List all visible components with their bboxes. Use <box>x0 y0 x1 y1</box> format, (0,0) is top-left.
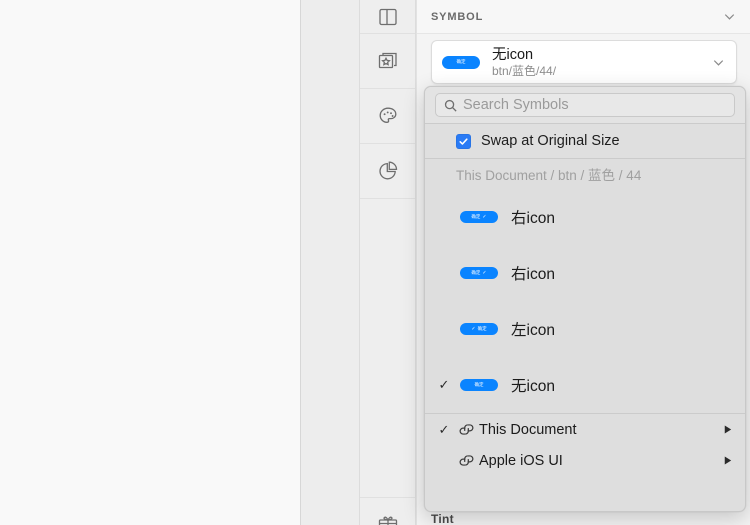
list-item-label: 左icon <box>511 318 555 340</box>
tab-layout[interactable] <box>360 0 415 34</box>
swap-at-original-size-option[interactable]: Swap at Original Size <box>425 124 745 158</box>
list-item-label: 无icon <box>511 374 555 396</box>
triangle-right-icon[interactable] <box>722 455 733 466</box>
symbol-picker-popover: Search Symbols Swap at Original Size Thi… <box>424 86 746 512</box>
menu-item-this-document[interactable]: ✓ This Document <box>425 414 745 445</box>
tint-section-title: Tint <box>431 512 454 525</box>
swap-checkbox[interactable] <box>456 134 471 149</box>
pill-label: 确定 <box>471 215 480 220</box>
symbol-select-name: 无icon <box>492 46 556 64</box>
selected-check-icon: ✓ <box>435 422 453 438</box>
plugin-gift-icon <box>376 511 400 525</box>
search-icon <box>443 98 458 113</box>
library-sources-menu: ✓ This Document <box>425 414 745 476</box>
symbol-list: 确定 ✓ 右icon 确定 ✓ 右icon <box>425 189 745 413</box>
symbol-thumbnail: ✓ 确定 <box>453 323 505 335</box>
symbol-thumbnail: 确定 ✓ <box>453 211 505 223</box>
menu-item-label: Apple iOS UI <box>479 453 563 469</box>
palette-icon <box>376 104 400 128</box>
symbol-preview-thumbnail: 确定 <box>442 56 480 69</box>
menu-item-label: This Document <box>479 422 577 438</box>
tab-symbols[interactable] <box>360 34 415 89</box>
list-item[interactable]: ✓ 确定 左icon <box>425 301 745 357</box>
app-window: SYMBOL 确定 无icon btn/蓝色/44/ Tint <box>0 0 750 525</box>
triangle-right-icon[interactable] <box>722 424 733 435</box>
breadcrumb: This Document / btn / 蓝色 / 44 <box>425 159 745 189</box>
pill-label: 确定 <box>478 327 487 332</box>
pie-chart-icon <box>376 159 400 183</box>
swap-label: Swap at Original Size <box>481 133 620 149</box>
symbol-star-icon <box>376 49 400 73</box>
pill-label: 确定 <box>471 271 480 276</box>
symbol-select-text: 无icon btn/蓝色/44/ <box>492 46 556 79</box>
menu-item-apple-ios-ui[interactable]: Apple iOS UI <box>425 445 745 476</box>
tool-tabstrip <box>360 0 416 525</box>
popover-search-area: Search Symbols <box>425 87 745 123</box>
list-item-label: 右icon <box>511 206 555 228</box>
symbol-thumbnail: 确定 ✓ <box>453 267 505 279</box>
pill-check-icon: ✓ <box>482 215 486 220</box>
tab-plugins[interactable] <box>360 497 415 525</box>
chevron-down-icon[interactable] <box>711 55 726 70</box>
symbol-preview-pill-label: 确定 <box>457 60 466 65</box>
tab-colors[interactable] <box>360 89 415 144</box>
pill-check-icon: ✓ <box>482 271 486 276</box>
library-symbol-icon <box>453 451 479 470</box>
symbol-thumbnail: 确定 <box>453 379 505 391</box>
list-item-label: 右icon <box>511 262 555 284</box>
list-item[interactable]: 确定 ✓ 右icon <box>425 189 745 245</box>
symbol-select-path: btn/蓝色/44/ <box>492 64 556 79</box>
page-title: SYMBOL <box>431 11 483 23</box>
symbol-select-control[interactable]: 确定 无icon btn/蓝色/44/ <box>431 40 737 84</box>
list-item-selected[interactable]: ✓ 确定 无icon <box>425 357 745 413</box>
chevron-down-icon[interactable] <box>722 9 737 24</box>
symbol-section-header[interactable]: SYMBOL <box>417 0 750 34</box>
pill-check-icon: ✓ <box>471 327 475 332</box>
canvas-area[interactable] <box>0 0 300 525</box>
selected-check-icon: ✓ <box>435 377 453 393</box>
tab-data[interactable] <box>360 144 415 199</box>
pill-label: 确定 <box>475 383 484 388</box>
layout-panel-icon <box>377 6 399 28</box>
search-input[interactable]: Search Symbols <box>435 93 735 117</box>
inspector-gutter <box>301 0 360 525</box>
library-symbol-icon <box>453 420 479 439</box>
list-item[interactable]: 确定 ✓ 右icon <box>425 245 745 301</box>
search-placeholder: Search Symbols <box>463 98 569 113</box>
